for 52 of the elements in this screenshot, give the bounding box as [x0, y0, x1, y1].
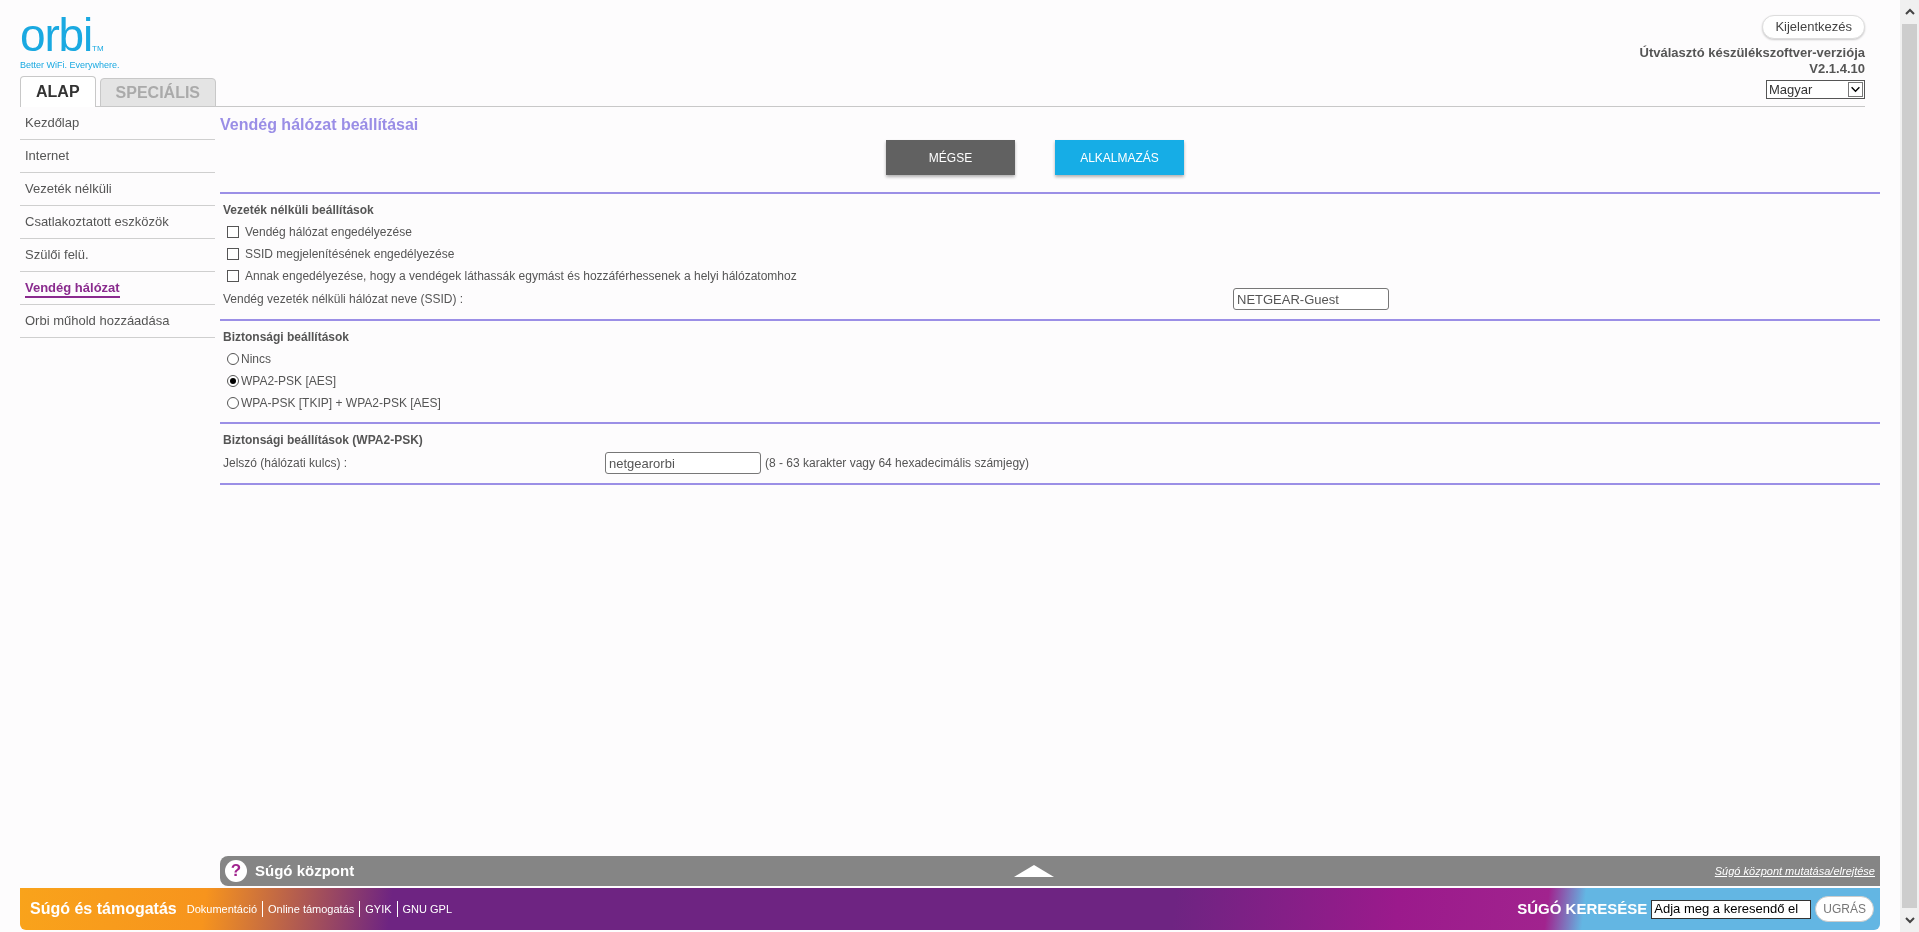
chevron-down-icon[interactable] — [1903, 914, 1916, 926]
sidebar-item[interactable]: Kezdőlap — [25, 113, 80, 133]
checkbox-label: Vendég hálózat engedélyezése — [245, 224, 412, 241]
search-label: SÚGÓ KERESÉSE — [1517, 898, 1648, 919]
field-label: Vendég vezeték nélküli hálózat neve (SSID) : — [223, 291, 465, 308]
radio-label: WPA-PSK [TKIP] + WPA2-PSK [AES] — [241, 395, 441, 412]
checkbox[interactable] — [227, 248, 239, 260]
checkbox-label: SSID megjelenítésének engedélyezése — [245, 246, 455, 263]
scrollbar[interactable] — [1900, 0, 1919, 932]
help-icon: ? — [225, 860, 247, 882]
radio-label: Nincs — [241, 351, 271, 368]
input-field[interactable]: netgearorbi — [605, 452, 761, 474]
radio-button[interactable] — [227, 353, 239, 365]
sidebar-item[interactable]: Vendég hálózat — [25, 278, 120, 298]
help-toggle-link[interactable]: Súgó központ mutatása/elrejtése — [1714, 862, 1875, 880]
footer-link[interactable]: GYIK — [359, 900, 397, 918]
sidebar-item[interactable]: Csatlakoztatott eszközök — [25, 212, 169, 232]
sidebar-item[interactable]: Szülői felü. — [25, 245, 89, 265]
footer-link[interactable]: Online támogatás — [262, 900, 360, 918]
section-title: Biztonsági beállítások — [223, 329, 351, 346]
sidebar-item[interactable]: Internet — [25, 146, 70, 166]
cancel-button[interactable]: MÉGSE — [886, 140, 1015, 175]
footer-title: Súgó és támogatás — [30, 899, 177, 919]
radio-button[interactable] — [227, 397, 239, 409]
section-title: Vezeték nélküli beállítások — [223, 202, 375, 219]
radio-button[interactable] — [227, 375, 239, 387]
input-field[interactable]: NETGEAR-Guest — [1233, 288, 1389, 310]
checkbox[interactable] — [227, 226, 239, 238]
sidebar-item[interactable]: Vezeték nélküli — [25, 179, 112, 199]
page-title: Vendég hálózat beállításai — [220, 115, 420, 135]
footer-link[interactable]: GNU GPL — [396, 900, 458, 918]
sidebar-item[interactable]: Orbi műhold hozzáadása — [25, 311, 170, 331]
firmware-version: V2.1.4.10 — [1809, 61, 1865, 77]
trademark-text: TM — [92, 43, 104, 55]
language-select[interactable]: Magyar — [1766, 80, 1865, 99]
radio-label: WPA2-PSK [AES] — [241, 373, 337, 390]
logo-tagline: Better WiFi. Everywhere. — [20, 58, 120, 72]
search-field[interactable]: Adja meg a keresendő el — [1651, 899, 1812, 919]
checkbox-label: Annak engedélyezése, hogy a vendégek láthassák egymást és hozzáférhessenek a helyi hálózatomhoz — [245, 268, 797, 285]
expand-up-icon[interactable] — [1014, 865, 1055, 877]
chevron-down-icon — [1848, 82, 1863, 97]
logo-wordmark: orbi — [20, 12, 93, 57]
scrollbar-thumb[interactable] — [1902, 24, 1917, 908]
tab[interactable]: ALAP — [20, 76, 96, 107]
go-button[interactable]: UGRÁS — [1815, 896, 1874, 922]
help-title: Súgó központ — [255, 860, 355, 881]
checkbox[interactable] — [227, 270, 239, 282]
logout-button[interactable]: Kijelentkezés — [1762, 15, 1865, 39]
firmware-label: Útválasztó készülékszoftver-verziója — [1639, 45, 1865, 61]
hint-text: (8 - 63 karakter vagy 64 hexadecimális számjegy) — [765, 455, 1030, 472]
section-title: Biztonsági beállítások (WPA2-PSK) — [223, 432, 424, 449]
field-label: Jelszó (hálózati kulcs) : — [223, 455, 349, 472]
